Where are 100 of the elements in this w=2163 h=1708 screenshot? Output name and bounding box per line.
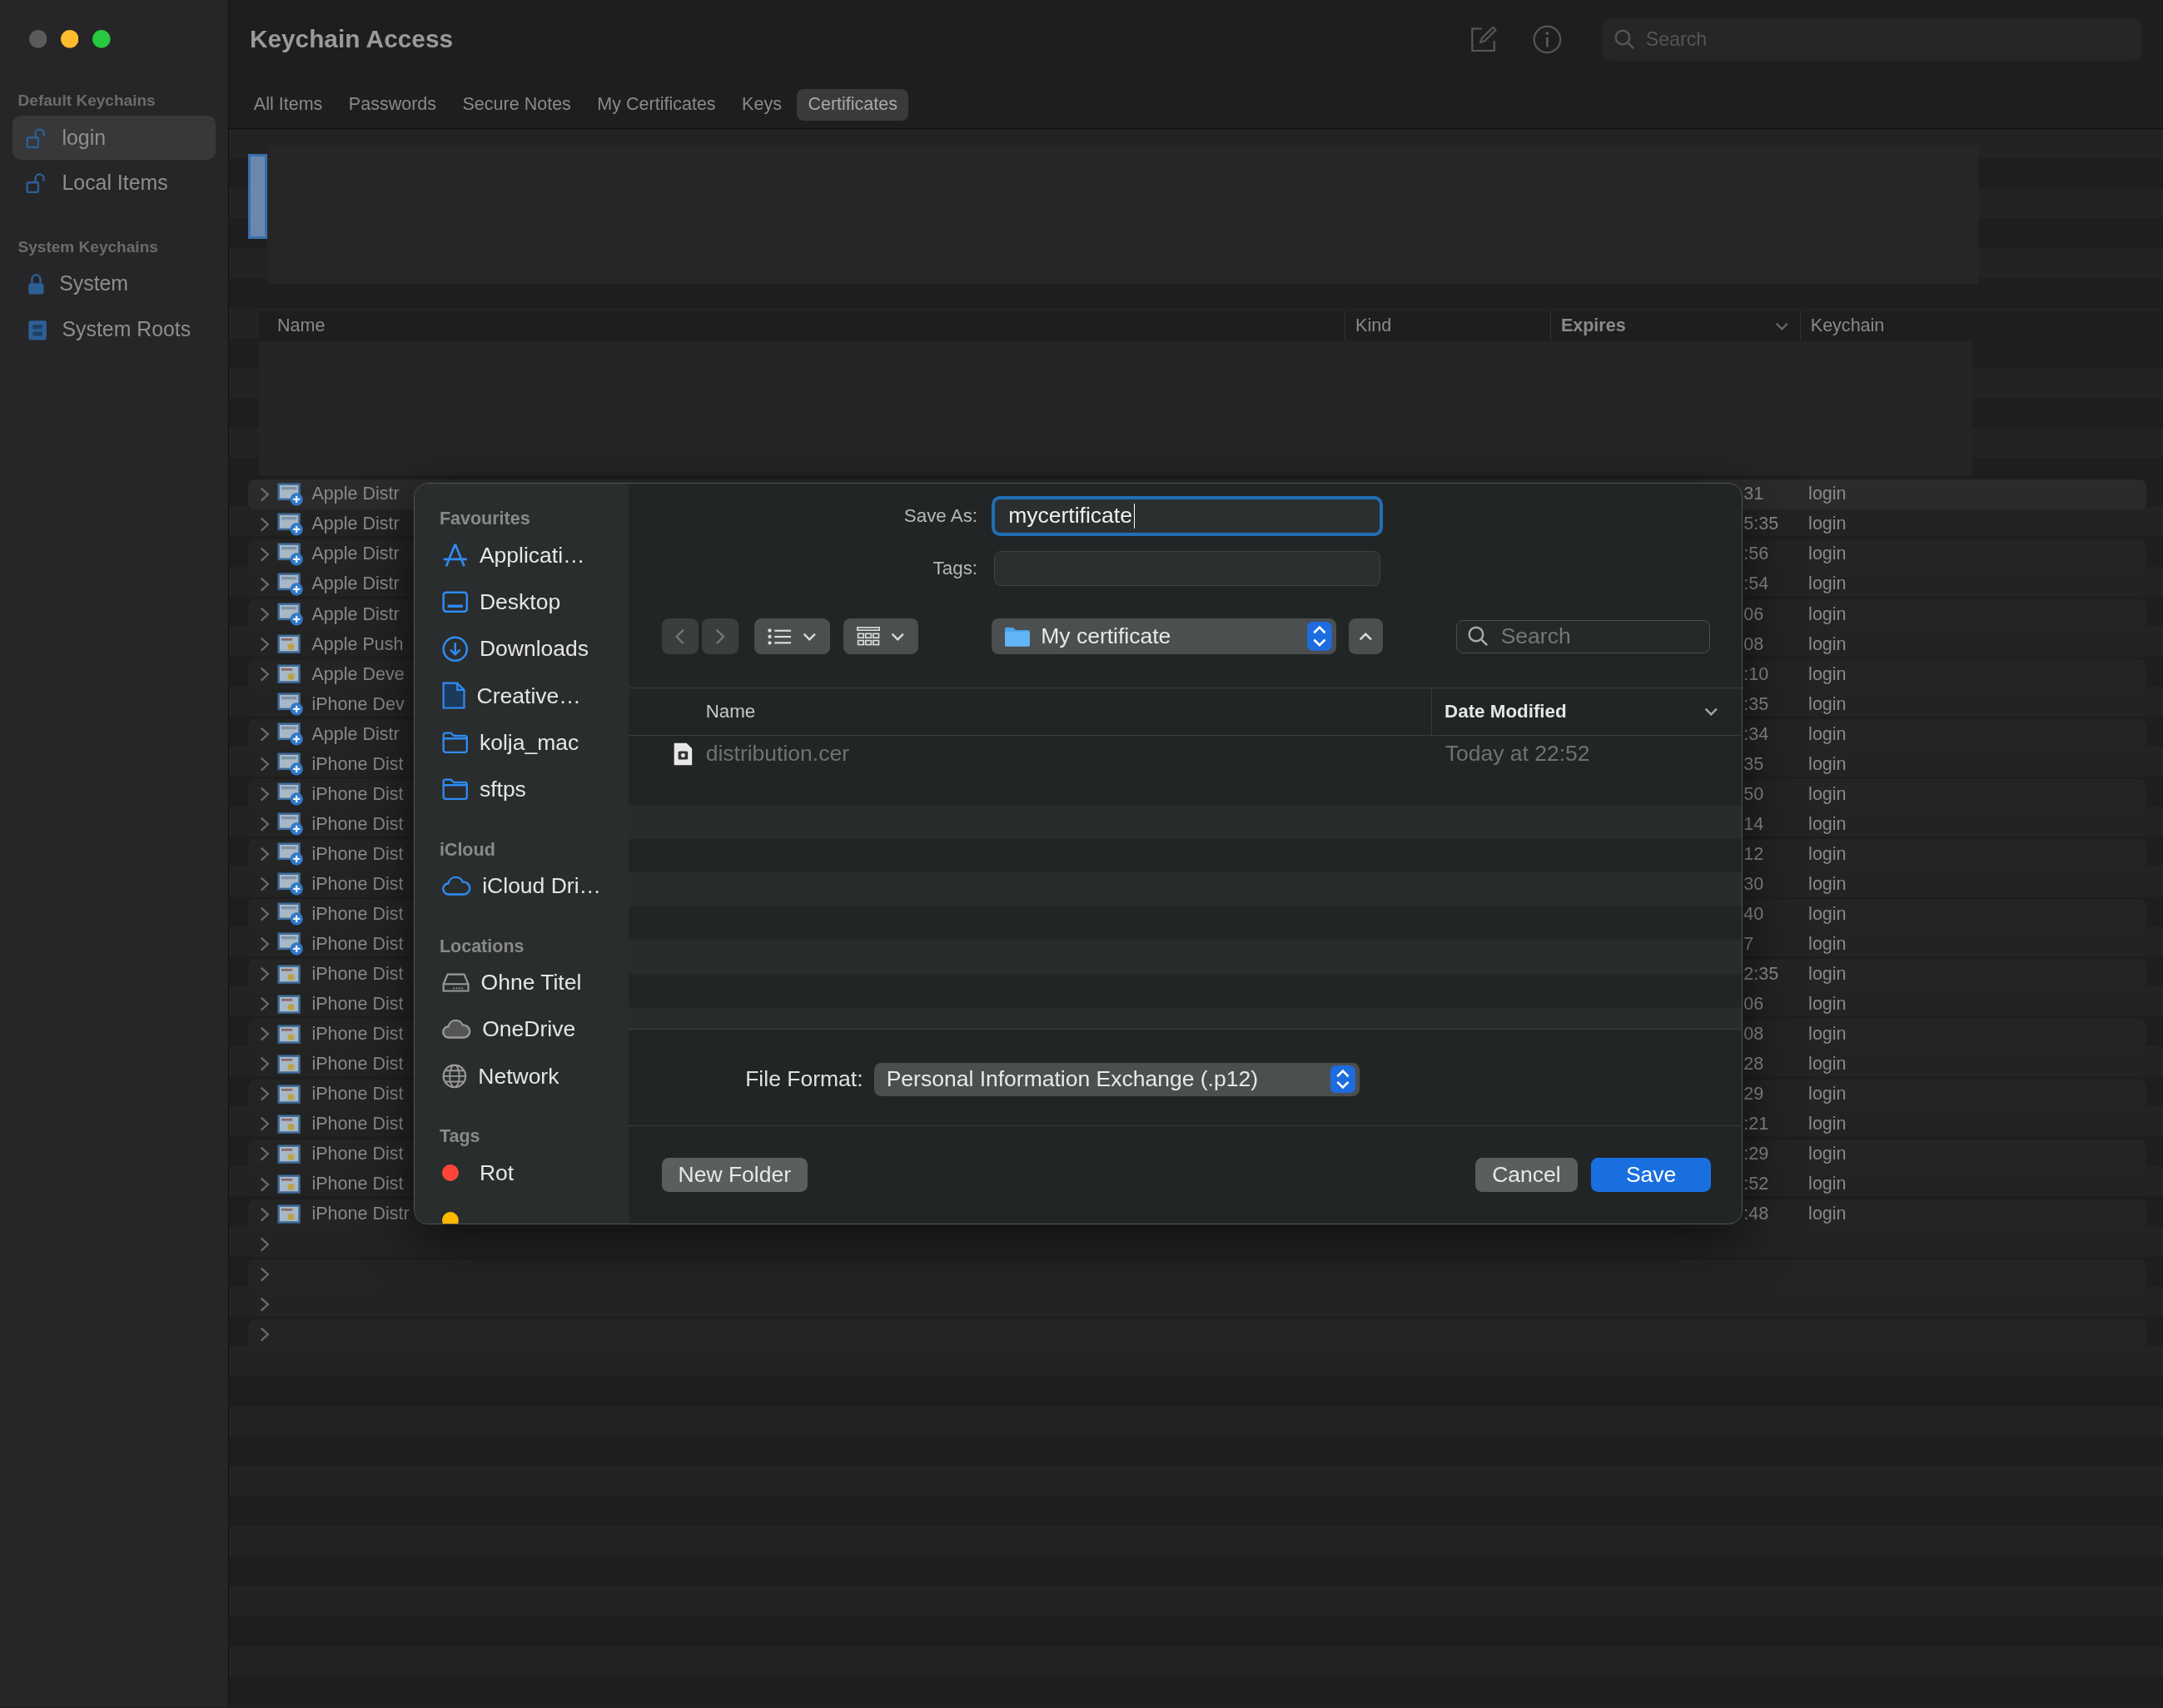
table-cell: login	[1808, 993, 1847, 1015]
dialog-button[interactable]: Cancel	[1475, 1157, 1578, 1193]
tags-field[interactable]	[993, 551, 1380, 586]
dialog-button[interactable]: New Folder	[661, 1157, 808, 1193]
chevron-icon[interactable]	[260, 666, 270, 683]
chevron-icon[interactable]	[260, 727, 270, 742]
table-cell: login	[1808, 603, 1847, 625]
table-cell-text: Apple Distr	[311, 603, 400, 625]
certificate-badge-icon	[277, 482, 304, 506]
sidebar-item[interactable]: OneDrive	[415, 1005, 629, 1054]
chevron-icon[interactable]	[260, 546, 270, 563]
chevron-icon[interactable]	[260, 1176, 270, 1192]
table-cell-text: iPhone Dist	[311, 873, 405, 895]
chevron-icon[interactable]	[260, 847, 270, 862]
sidebar-item[interactable]: Downloads	[415, 625, 629, 673]
table-cell: login	[1808, 663, 1847, 685]
table-cell-text: 12	[1743, 843, 1765, 865]
certificate-icon	[277, 994, 301, 1014]
document-icon	[442, 682, 466, 710]
chevron-icon[interactable]	[260, 996, 270, 1012]
info-icon[interactable]	[1532, 24, 1562, 54]
file-format-popup[interactable]: Personal Information Exchange (.p12)	[873, 1063, 1360, 1096]
sidebar-item[interactable]: Applicati…	[415, 531, 629, 579]
sidebar-item[interactable]: Network	[415, 1053, 629, 1100]
list-view-button[interactable]	[753, 618, 830, 655]
tab[interactable]: My Certificates	[586, 88, 727, 122]
chevron-up-icon	[1359, 632, 1373, 641]
table-cell: login	[1808, 633, 1847, 655]
sidebar-item[interactable]: login	[12, 116, 216, 161]
chevron-icon[interactable]	[260, 936, 270, 952]
column-header[interactable]: Name	[628, 701, 1432, 723]
chevron-icon[interactable]	[260, 757, 270, 772]
field-label: File Format:	[744, 1066, 863, 1093]
tab[interactable]: Certificates	[797, 88, 909, 122]
sidebar-item[interactable]: kolja_mac	[415, 719, 629, 767]
table-cell-text: Apple Deve	[311, 663, 405, 685]
sidebar-item[interactable]: Local Items	[12, 161, 216, 206]
search-field[interactable]: Search	[1455, 619, 1710, 653]
chevron-icon[interactable]	[260, 966, 270, 982]
up-button[interactable]	[1348, 618, 1384, 655]
chevron-icon[interactable]	[260, 576, 270, 593]
column-header[interactable]: Keychain	[1800, 310, 1973, 342]
column-header[interactable]: Name	[259, 310, 1345, 342]
back-button[interactable]	[661, 618, 699, 655]
table-cell-text: Apple Push	[311, 633, 405, 655]
chevron-icon[interactable]	[260, 636, 270, 653]
desktop-icon	[442, 591, 469, 613]
close-window-icon[interactable]	[28, 30, 47, 48]
sidebar-item[interactable]: Ohne Titel	[415, 959, 629, 1006]
sidebar-item[interactable]: Desktop	[415, 578, 629, 626]
chevron-icon[interactable]	[260, 1086, 270, 1102]
chevron-icon[interactable]	[260, 906, 270, 922]
tab[interactable]: All Items	[242, 88, 334, 122]
chevron-icon[interactable]	[260, 1026, 270, 1042]
location-popup[interactable]: My certificate	[991, 618, 1336, 655]
chevron-icon[interactable]	[260, 1296, 270, 1312]
sidebar-item[interactable]: Creative…	[415, 672, 629, 720]
chevron-icon[interactable]	[260, 817, 270, 832]
chevron-icon[interactable]	[260, 787, 270, 802]
tab[interactable]: Keys	[730, 88, 793, 122]
column-header[interactable]: Expires	[1550, 310, 1801, 342]
table-cell-text: Apple Distr	[311, 723, 400, 745]
tab[interactable]: Secure Notes	[451, 88, 583, 122]
table-cell: login	[1808, 963, 1847, 985]
grid-view-button[interactable]	[843, 618, 918, 655]
column-header[interactable]: Date Modified	[1431, 688, 1733, 736]
compose-icon[interactable]	[1469, 25, 1497, 53]
chevron-icon[interactable]	[260, 606, 270, 623]
sidebar-item[interactable]: System Roots	[12, 307, 216, 352]
chevron-icon[interactable]	[260, 516, 270, 533]
table-cell-text: 35	[1743, 753, 1765, 775]
save-as-field[interactable]: mycertificate	[991, 495, 1384, 536]
table-cell: login	[1808, 573, 1847, 595]
table-cell-text: 29	[1743, 1084, 1765, 1105]
chevron-icon[interactable]	[260, 1236, 270, 1252]
sidebar-item[interactable]: System	[12, 261, 216, 306]
sidebar-item[interactable]: sftps	[415, 766, 629, 813]
chevron-icon[interactable]	[260, 1056, 270, 1072]
column-header[interactable]: Kind	[1345, 310, 1551, 342]
table-cell-text: :56	[1743, 544, 1770, 565]
tab[interactable]: Passwords	[337, 88, 448, 122]
globe-icon	[442, 1064, 467, 1090]
sidebar-item[interactable]: iCloud Dri…	[415, 862, 629, 910]
certificate-badge-icon	[277, 932, 304, 956]
table-cell-text: :10	[1743, 663, 1770, 685]
zoom-window-icon[interactable]	[92, 30, 111, 48]
chevron-icon[interactable]	[260, 1116, 270, 1132]
chevron-icon[interactable]	[260, 1266, 270, 1282]
forward-button[interactable]	[701, 618, 739, 655]
chevron-icon[interactable]	[260, 1146, 270, 1162]
chevron-icon[interactable]	[260, 1326, 270, 1342]
certificate-badge-icon	[277, 842, 304, 866]
chevron-icon[interactable]	[260, 876, 270, 892]
chevron-icon[interactable]	[260, 1206, 270, 1222]
dialog-button[interactable]: Save	[1591, 1157, 1712, 1193]
chevron-icon[interactable]	[260, 486, 270, 502]
minimize-window-icon[interactable]	[60, 30, 79, 48]
sidebar-item[interactable]: Rot	[415, 1149, 629, 1197]
sidebar-section-title: Default Keychains	[17, 91, 157, 112]
table-cell-text: iPhone Dist	[311, 903, 405, 925]
